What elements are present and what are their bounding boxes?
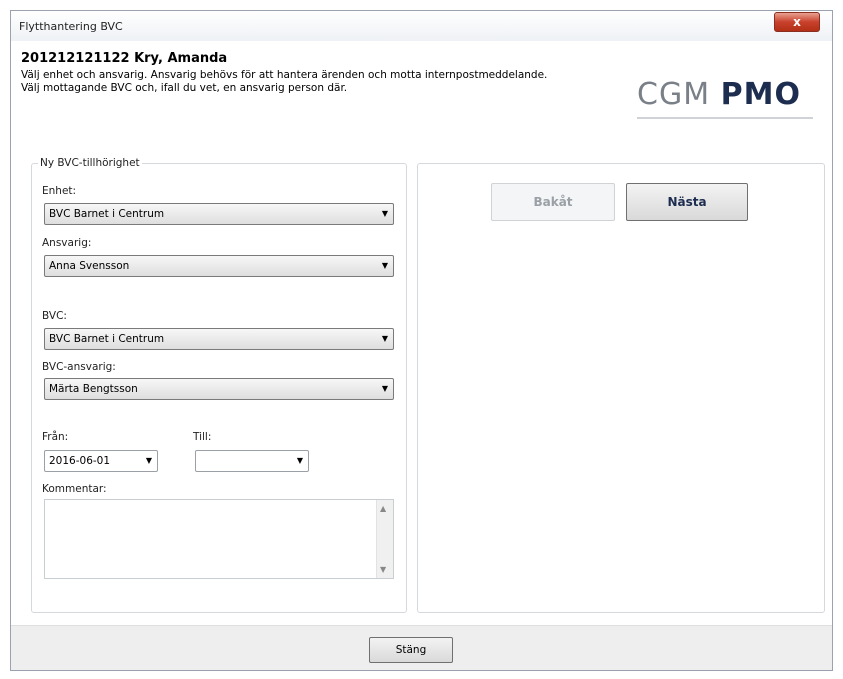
- wizard-panel: [417, 163, 825, 613]
- patient-title: 201212121122 Kry, Amanda: [21, 51, 228, 66]
- close-button[interactable]: Stäng: [369, 637, 453, 663]
- scroll-down-icon[interactable]: ▼: [380, 565, 386, 574]
- bvc-ansvarig-value: Märta Bengtsson: [49, 383, 138, 395]
- back-button[interactable]: Bakåt: [491, 183, 615, 221]
- chevron-down-icon: ▼: [381, 384, 388, 393]
- logo-underline: [637, 117, 813, 119]
- close-icon: x: [793, 15, 801, 29]
- bvc-label: BVC:: [42, 310, 67, 322]
- close-window-button[interactable]: x: [774, 12, 820, 32]
- window-title: Flytthantering BVC: [19, 20, 123, 33]
- instruction-line-1: Välj enhet och ansvarig. Ansvarig behövs…: [21, 69, 548, 81]
- ansvarig-value: Anna Svensson: [49, 260, 130, 272]
- kommentar-textarea[interactable]: ▲ ▼: [44, 499, 394, 579]
- chevron-down-icon: ▼: [381, 261, 388, 270]
- group-legend: Ny BVC-tillhörighet: [40, 157, 140, 169]
- ansvarig-label: Ansvarig:: [42, 237, 92, 249]
- fran-value: 2016-06-01: [49, 455, 111, 467]
- bvc-value: BVC Barnet i Centrum: [49, 333, 165, 345]
- ansvarig-select[interactable]: Anna Svensson ▼: [44, 255, 394, 277]
- title-bar: Flytthantering BVC x: [11, 11, 832, 41]
- kommentar-scrollbar[interactable]: ▲ ▼: [376, 500, 393, 578]
- enhet-label: Enhet:: [42, 185, 77, 197]
- fran-label: Från:: [42, 431, 69, 443]
- fran-date-picker[interactable]: 2016-06-01 ▼: [44, 450, 158, 472]
- bvc-ansvarig-select[interactable]: Märta Bengtsson ▼: [44, 378, 394, 400]
- enhet-value: BVC Barnet i Centrum: [49, 208, 165, 220]
- bvc-ansvarig-label: BVC-ansvarig:: [42, 361, 116, 373]
- dialog-window: Flytthantering BVC x 201212121122 Kry, A…: [10, 10, 833, 671]
- bvc-select[interactable]: BVC Barnet i Centrum ▼: [44, 328, 394, 350]
- chevron-down-icon: ▼: [381, 209, 388, 218]
- till-date-picker[interactable]: ▼: [195, 450, 309, 472]
- scroll-up-icon[interactable]: ▲: [380, 504, 386, 513]
- chevron-down-icon: ▼: [296, 456, 303, 465]
- chevron-down-icon: ▼: [381, 334, 388, 343]
- cgm-pmo-logo: CGM PMO: [637, 77, 801, 112]
- kommentar-label: Kommentar:: [42, 483, 107, 495]
- enhet-select[interactable]: BVC Barnet i Centrum ▼: [44, 203, 394, 225]
- header: 201212121122 Kry, Amanda Välj enhet och …: [21, 51, 547, 95]
- instruction-line-2: Välj mottagande BVC och, ifall du vet, e…: [21, 82, 348, 94]
- logo-cgm: CGM: [637, 77, 711, 112]
- next-button[interactable]: Nästa: [626, 183, 748, 221]
- chevron-down-icon: ▼: [145, 456, 152, 465]
- logo-pmo: PMO: [720, 77, 801, 112]
- till-label: Till:: [193, 431, 212, 443]
